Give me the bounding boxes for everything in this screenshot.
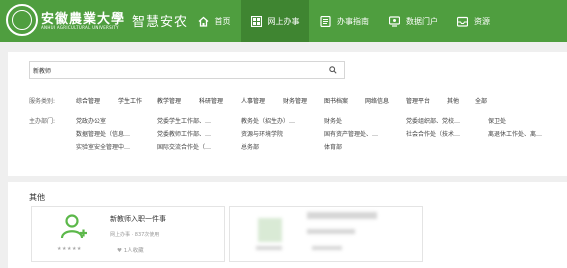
university-seal-icon[interactable] <box>6 4 38 36</box>
nav-home[interactable]: 首页 <box>190 0 238 42</box>
category-option[interactable]: 网络信息 <box>365 96 389 105</box>
blurred-text <box>256 246 282 250</box>
blurred-text <box>307 229 355 234</box>
blurred-icon <box>258 218 282 242</box>
department-option[interactable]: 数据管理处（信息… <box>76 129 130 138</box>
nav-online-services-label: 网上办事 <box>267 16 300 26</box>
nav-service-guide-label: 办事指南 <box>337 16 369 26</box>
search-input[interactable] <box>33 63 313 77</box>
category-option[interactable]: 人事管理 <box>241 96 265 105</box>
nav-home-label: 首页 <box>214 16 231 26</box>
department-option[interactable]: 教务处（招生办）… <box>241 116 295 125</box>
category-option[interactable]: 图书档案 <box>324 96 348 105</box>
department-option[interactable]: 体育部 <box>324 142 342 151</box>
university-logo-english: ANHUI AGRICULTURAL UNIVERSITY <box>41 25 119 30</box>
blurred-text <box>312 246 342 250</box>
department-option[interactable]: 国际交流合作处（… <box>157 142 211 151</box>
department-option[interactable]: 党委教师工作部、… <box>157 129 211 138</box>
category-option[interactable]: 科研管理 <box>199 96 223 105</box>
nav-resources[interactable]: 资源 <box>457 0 497 42</box>
category-option[interactable]: 学生工作 <box>118 96 142 105</box>
nav-data-portal-label: 数据门户 <box>406 16 438 26</box>
results-section-title: 其他 <box>29 193 45 202</box>
favorite-count-label: 1人收藏 <box>123 248 144 254</box>
rating-stars: ★★★★★ <box>57 246 82 252</box>
service-card-title[interactable]: 新教师入职一件事 <box>110 214 166 224</box>
service-card-meta: 网上办事 · 837次使用 <box>110 232 160 238</box>
department-option[interactable]: 总务部 <box>241 142 259 151</box>
department-option[interactable]: 保卫处 <box>488 116 506 125</box>
category-option[interactable]: 财务管理 <box>283 96 307 105</box>
category-option[interactable]: 综合管理 <box>76 96 100 105</box>
department-option[interactable]: 财务处 <box>324 116 342 125</box>
category-option-all[interactable]: 全部 <box>475 96 487 105</box>
department-option[interactable]: 党政办公室 <box>76 116 106 125</box>
search-icon <box>329 66 337 74</box>
home-icon <box>198 16 209 27</box>
user-add-icon <box>58 214 88 240</box>
document-icon <box>320 15 331 27</box>
department-option[interactable]: 党委学生工作部、… <box>157 116 211 125</box>
category-filter-label: 服务类别: <box>29 98 56 105</box>
department-option[interactable]: 实验室安全管理中… <box>76 142 130 151</box>
nav-resources-label: 资源 <box>474 16 490 26</box>
department-filter-label: 主办部门: <box>29 118 56 125</box>
department-option[interactable]: 资源与环境学院 <box>241 129 283 138</box>
department-option[interactable]: 离退休工作处、离… <box>488 129 542 138</box>
category-option[interactable]: 其他 <box>447 96 459 105</box>
nav-online-services[interactable]: 网上办事 <box>241 0 309 42</box>
search-button[interactable] <box>323 62 343 78</box>
department-option[interactable]: 国有资产管理处、… <box>324 129 378 138</box>
inbox-icon <box>457 16 468 27</box>
grid-icon <box>250 15 262 27</box>
category-option[interactable]: 管理平台 <box>406 96 430 105</box>
portal-brand-title: 智慧安农 <box>132 15 189 30</box>
category-option[interactable]: 教学管理 <box>157 96 181 105</box>
blurred-text <box>307 212 377 219</box>
department-option[interactable]: 党委组织部、党校… <box>406 116 460 125</box>
department-option[interactable]: 社会合作处（技术… <box>406 129 460 138</box>
nav-service-guide[interactable]: 办事指南 <box>320 0 380 42</box>
search-field <box>29 61 345 79</box>
monitor-icon <box>389 15 400 27</box>
heart-icon: ♥ <box>117 248 122 254</box>
nav-data-portal[interactable]: 数据门户 <box>389 0 449 42</box>
favorite-count[interactable]: ♥ 1人收藏 <box>117 246 144 254</box>
